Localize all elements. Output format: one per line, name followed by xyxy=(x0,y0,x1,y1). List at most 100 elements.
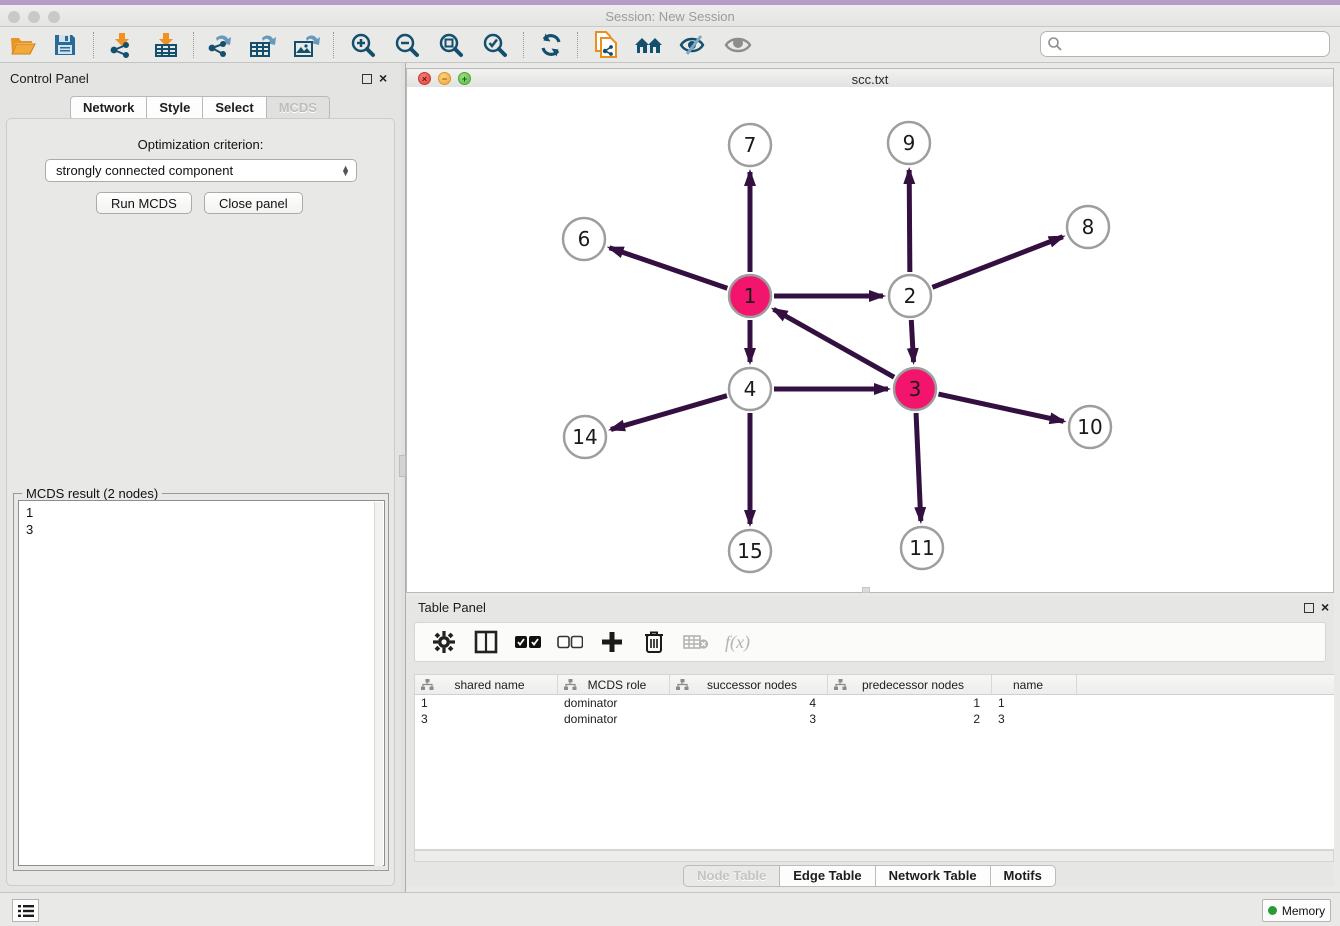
cell-successor-nodes: 3 xyxy=(670,711,828,727)
show-details-icon[interactable] xyxy=(723,30,753,60)
table-body: 1dominator4113dominator323 xyxy=(415,695,1334,727)
splitter-grip[interactable] xyxy=(399,455,406,477)
memory-button[interactable]: Memory xyxy=(1262,899,1331,922)
node-label-6: 6 xyxy=(578,227,591,251)
delete-table-icon[interactable] xyxy=(683,629,709,655)
tab-mcds[interactable]: MCDS xyxy=(266,96,330,120)
hide-details-icon[interactable] xyxy=(678,30,708,60)
network-window: × − + scc.txt 1234678910111415 xyxy=(406,63,1334,594)
edge-1-6[interactable] xyxy=(610,248,728,288)
node-label-10: 10 xyxy=(1077,415,1102,439)
table-panel-title: Table Panel xyxy=(418,600,486,615)
canvas-resize-grip[interactable] xyxy=(862,587,870,593)
edge-3-1[interactable] xyxy=(774,309,895,377)
select-all-columns-icon[interactable] xyxy=(515,629,541,655)
close-panel-button[interactable]: Close panel xyxy=(204,192,303,214)
network-canvas[interactable]: 1234678910111415 xyxy=(406,87,1334,593)
float-panel-icon[interactable] xyxy=(362,74,372,84)
result-scrollbar[interactable] xyxy=(374,502,383,866)
column-header-shared-name[interactable]: shared name xyxy=(415,675,558,694)
tab-network-table[interactable]: Network Table xyxy=(875,865,991,887)
column-header-successor-nodes[interactable]: successor nodes xyxy=(670,675,828,694)
export-image-icon[interactable] xyxy=(292,30,322,60)
cell-MCDS-role: dominator xyxy=(558,711,670,727)
export-table-icon[interactable] xyxy=(248,30,278,60)
network-window-titlebar[interactable]: × − + scc.txt xyxy=(406,68,1334,88)
toolbar-separator xyxy=(193,32,194,58)
clone-network-icon[interactable] xyxy=(591,30,621,60)
column-layout-icon[interactable] xyxy=(473,629,499,655)
table-hscrollbar[interactable] xyxy=(414,850,1334,862)
table-float-icon[interactable] xyxy=(1304,603,1314,613)
network-graph[interactable]: 1234678910111415 xyxy=(407,87,1333,591)
result-line: 1 xyxy=(26,504,384,521)
column-header-label: successor nodes xyxy=(689,678,827,692)
function-builder-icon[interactable]: f(x) xyxy=(725,629,750,655)
add-column-icon[interactable] xyxy=(599,629,625,655)
import-table-icon[interactable] xyxy=(151,30,181,60)
tab-network[interactable]: Network xyxy=(70,96,147,120)
toolbar-separator xyxy=(333,32,334,58)
first-neighbors-icon[interactable] xyxy=(634,30,664,60)
node-label-8: 8 xyxy=(1082,215,1095,239)
delete-column-icon[interactable] xyxy=(641,629,667,655)
zoom-out-icon[interactable] xyxy=(392,30,422,60)
mcds-result-list[interactable]: 13 xyxy=(18,500,385,866)
task-history-button[interactable] xyxy=(12,899,39,922)
node-label-1: 1 xyxy=(744,284,757,308)
status-bar: Memory xyxy=(0,892,1340,926)
zoom-in-icon[interactable] xyxy=(348,30,378,60)
optimization-criterion-label: Optimization criterion: xyxy=(7,137,394,152)
control-panel: Control Panel × NetworkStyleSelectMCDS O… xyxy=(0,63,401,892)
close-panel-icon[interactable]: × xyxy=(379,70,387,86)
optimization-criterion-select[interactable]: strongly connected component ▲▼ xyxy=(45,159,357,182)
tab-node-table[interactable]: Node Table xyxy=(683,865,780,887)
table-settings-icon[interactable] xyxy=(431,629,457,655)
optimization-criterion-value: strongly connected component xyxy=(56,163,233,178)
column-header-predecessor-nodes[interactable]: predecessor nodes xyxy=(828,675,992,694)
toolbar-separator xyxy=(523,32,524,58)
zoom-selected-icon[interactable] xyxy=(480,30,510,60)
tab-style[interactable]: Style xyxy=(146,96,203,120)
network-window-title: scc.txt xyxy=(407,72,1333,87)
edge-2-8[interactable] xyxy=(932,237,1062,288)
edge-2-3[interactable] xyxy=(911,320,913,362)
titlebar: Session: New Session xyxy=(0,0,1340,27)
refresh-layout-icon[interactable] xyxy=(536,30,566,60)
edge-3-10[interactable] xyxy=(938,394,1063,421)
column-header-name[interactable]: name xyxy=(992,675,1077,694)
node-label-11: 11 xyxy=(909,536,934,560)
mcds-result-lines: 13 xyxy=(26,504,384,538)
toolbar-separator xyxy=(577,32,578,58)
deselect-all-columns-icon[interactable] xyxy=(557,629,583,655)
edge-2-9[interactable] xyxy=(909,170,910,272)
table-close-icon[interactable]: × xyxy=(1321,599,1329,615)
cell-shared-name: 1 xyxy=(415,695,558,711)
search-icon xyxy=(1047,36,1063,52)
column-type-icon xyxy=(564,679,577,691)
table-row[interactable]: 3dominator323 xyxy=(415,711,1334,727)
run-mcds-button[interactable]: Run MCDS xyxy=(96,192,192,214)
tab-edge-table[interactable]: Edge Table xyxy=(779,865,875,887)
table-row[interactable]: 1dominator411 xyxy=(415,695,1334,711)
node-table[interactable]: shared nameMCDS role successor nodesprede… xyxy=(414,674,1334,850)
column-header-MCDS-role[interactable]: MCDS role xyxy=(558,675,670,694)
tab-select[interactable]: Select xyxy=(202,96,266,120)
tab-motifs[interactable]: Motifs xyxy=(990,865,1056,887)
save-session-icon[interactable] xyxy=(50,30,80,60)
search-field[interactable] xyxy=(1040,31,1330,57)
export-network-icon[interactable] xyxy=(204,30,234,60)
cell-shared-name: 3 xyxy=(415,711,558,727)
node-label-15: 15 xyxy=(737,539,762,563)
import-network-icon[interactable] xyxy=(106,30,136,60)
node-label-3: 3 xyxy=(909,377,922,401)
edge-4-14[interactable] xyxy=(611,396,727,430)
open-session-icon[interactable] xyxy=(8,30,38,60)
cell-successor-nodes: 4 xyxy=(670,695,828,711)
edge-3-11[interactable] xyxy=(916,413,921,521)
main-toolbar xyxy=(0,27,1340,63)
result-line: 3 xyxy=(26,521,384,538)
node-label-9: 9 xyxy=(903,131,916,155)
zoom-fit-icon[interactable] xyxy=(436,30,466,60)
node-label-4: 4 xyxy=(744,377,757,401)
